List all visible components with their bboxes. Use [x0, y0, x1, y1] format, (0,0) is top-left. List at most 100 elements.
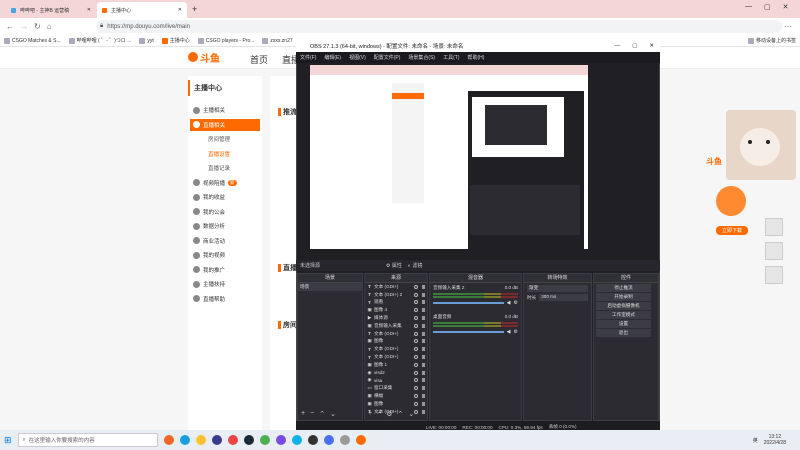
eye-icon[interactable]: [414, 401, 418, 406]
remove-icon[interactable]: −: [377, 410, 381, 418]
scene-item[interactable]: 场景: [298, 283, 362, 291]
source-item[interactable]: T 观看: [365, 299, 427, 307]
douyu-taskbar-icon[interactable]: [355, 435, 366, 445]
lock-icon[interactable]: [422, 316, 425, 321]
sidebar-item[interactable]: 商业活动: [190, 235, 260, 247]
clock[interactable]: 13:12 2022/4/28: [764, 434, 800, 446]
source-item[interactable]: ▣ 音频输入采集: [365, 322, 427, 330]
source-item[interactable]: T 文本 (GDI+): [365, 283, 427, 291]
app-icon[interactable]: [323, 435, 334, 445]
source-item[interactable]: ◉ visd2: [365, 369, 427, 377]
source-item[interactable]: ▣ 图像: [365, 338, 427, 346]
up-icon[interactable]: ⌃: [397, 410, 403, 418]
minimize-icon[interactable]: —: [615, 43, 621, 49]
sidebar-item[interactable]: 数据分析: [190, 220, 260, 232]
app-icon[interactable]: [291, 435, 302, 445]
sidebar-item[interactable]: 我的收益: [190, 191, 260, 203]
source-item[interactable]: ▣ 横幅: [365, 392, 427, 400]
obs-preview[interactable]: [310, 65, 588, 249]
menu-view[interactable]: 视图(V): [349, 54, 366, 61]
add-icon[interactable]: +: [301, 410, 305, 418]
eye-icon[interactable]: [414, 378, 418, 383]
settings-button[interactable]: 设置: [596, 320, 651, 328]
up-icon[interactable]: ⌃: [319, 410, 325, 418]
menu-profile[interactable]: 配置文件(P): [374, 54, 401, 61]
bookmark-item[interactable]: zsxs.zn27: [262, 37, 293, 44]
folder-icon[interactable]: [195, 435, 206, 445]
eye-icon[interactable]: [414, 323, 418, 328]
bookmark-item[interactable]: CSGO players - Pro...: [197, 37, 254, 44]
eye-icon[interactable]: [414, 355, 418, 360]
bookmark-item[interactable]: CSGO Matches & S...: [4, 37, 61, 44]
down-icon[interactable]: ⌄: [330, 410, 336, 418]
gear-icon[interactable]: ⚙: [514, 300, 518, 306]
gear-icon[interactable]: ⚙: [514, 329, 518, 335]
menu-icon[interactable]: ⋯: [784, 22, 792, 31]
app-icon[interactable]: [275, 435, 286, 445]
exit-button[interactable]: 退出: [596, 329, 651, 337]
source-item[interactable]: T 文本 (GDI+): [365, 345, 427, 353]
source-item[interactable]: ▣ 图像 1: [365, 361, 427, 369]
eye-icon[interactable]: [414, 284, 418, 289]
eye-icon[interactable]: [414, 409, 418, 414]
eye-icon[interactable]: [414, 370, 418, 375]
source-item[interactable]: T 文本 (GDI+) 2: [365, 291, 427, 299]
forward-icon[interactable]: →: [20, 22, 28, 31]
menu-file[interactable]: 文件(F): [300, 54, 316, 61]
bookmark-item[interactable]: 哔哩哔哩 ( ゜- ゜)つロ ...: [68, 37, 131, 44]
speaker-icon[interactable]: ◀: [507, 300, 511, 306]
stop-streaming-button[interactable]: 停止推流: [596, 284, 651, 292]
duration-input[interactable]: 300 ms: [539, 294, 588, 301]
sidebar-item[interactable]: 直播记录: [190, 162, 260, 174]
sidebar-item[interactable]: 视频陪播新: [190, 177, 260, 189]
source-item[interactable]: ▶ 媒体源: [365, 314, 427, 322]
nav-home[interactable]: 首页: [250, 53, 268, 66]
sidebar-item[interactable]: 房间管理: [190, 133, 260, 145]
lock-icon[interactable]: [422, 308, 425, 313]
download-button[interactable]: 立即下载: [716, 226, 748, 235]
app-icon[interactable]: [259, 435, 270, 445]
steam-icon[interactable]: [243, 435, 254, 445]
sidebar-item[interactable]: 直播相关: [190, 118, 260, 131]
lock-icon[interactable]: [422, 362, 425, 367]
douyu-logo[interactable]: 斗鱼: [188, 49, 228, 65]
eye-icon[interactable]: [414, 331, 418, 336]
home-icon[interactable]: ⌂: [47, 22, 52, 31]
edge-icon[interactable]: [179, 435, 190, 445]
app-icon[interactable]: [227, 435, 238, 445]
bookmark-item[interactable]: yyt: [139, 37, 154, 44]
virtual-camera-button[interactable]: 启动虚拟摄像机: [596, 302, 651, 310]
close-icon[interactable]: ✕: [178, 7, 182, 13]
lock-icon[interactable]: [422, 292, 425, 297]
eye-icon[interactable]: [414, 339, 418, 344]
lock-icon[interactable]: [422, 386, 425, 391]
eye-icon[interactable]: [414, 300, 418, 305]
start-recording-button[interactable]: 开始录制: [596, 293, 651, 301]
bookmark-item[interactable]: 主播中心: [161, 37, 190, 44]
tab-bilibili[interactable]: 哔哔吧 - 主神B 运营稿 ✕: [6, 2, 96, 18]
side-tool-button[interactable]: [765, 266, 783, 284]
side-tool-button[interactable]: [765, 242, 783, 260]
lock-icon[interactable]: [422, 394, 425, 399]
firefox-icon[interactable]: [163, 435, 174, 445]
eye-icon[interactable]: [414, 316, 418, 321]
volume-slider[interactable]: [433, 331, 504, 333]
speaker-icon[interactable]: ◀: [507, 329, 511, 335]
back-icon[interactable]: ←: [6, 22, 14, 31]
sidebar-item[interactable]: 直播帮助: [190, 293, 260, 305]
lock-icon[interactable]: [422, 300, 425, 305]
sidebar-item[interactable]: 我的视频: [190, 249, 260, 261]
lock-icon[interactable]: [422, 331, 425, 336]
eye-icon[interactable]: [414, 292, 418, 297]
sidebar-item[interactable]: 我的公会: [190, 206, 260, 218]
maximize-icon[interactable]: ▢: [764, 3, 771, 11]
source-item[interactable]: ▭ 窗口采集: [365, 384, 427, 392]
close-icon[interactable]: ✕: [87, 7, 91, 13]
lock-icon[interactable]: [422, 378, 425, 383]
menu-edit[interactable]: 编辑(E): [324, 54, 341, 61]
eye-icon[interactable]: [414, 362, 418, 367]
new-tab-button[interactable]: +: [192, 4, 197, 14]
eye-icon[interactable]: [414, 386, 418, 391]
gear-icon[interactable]: ⚙: [386, 410, 392, 418]
close-icon[interactable]: ✕: [649, 43, 654, 49]
